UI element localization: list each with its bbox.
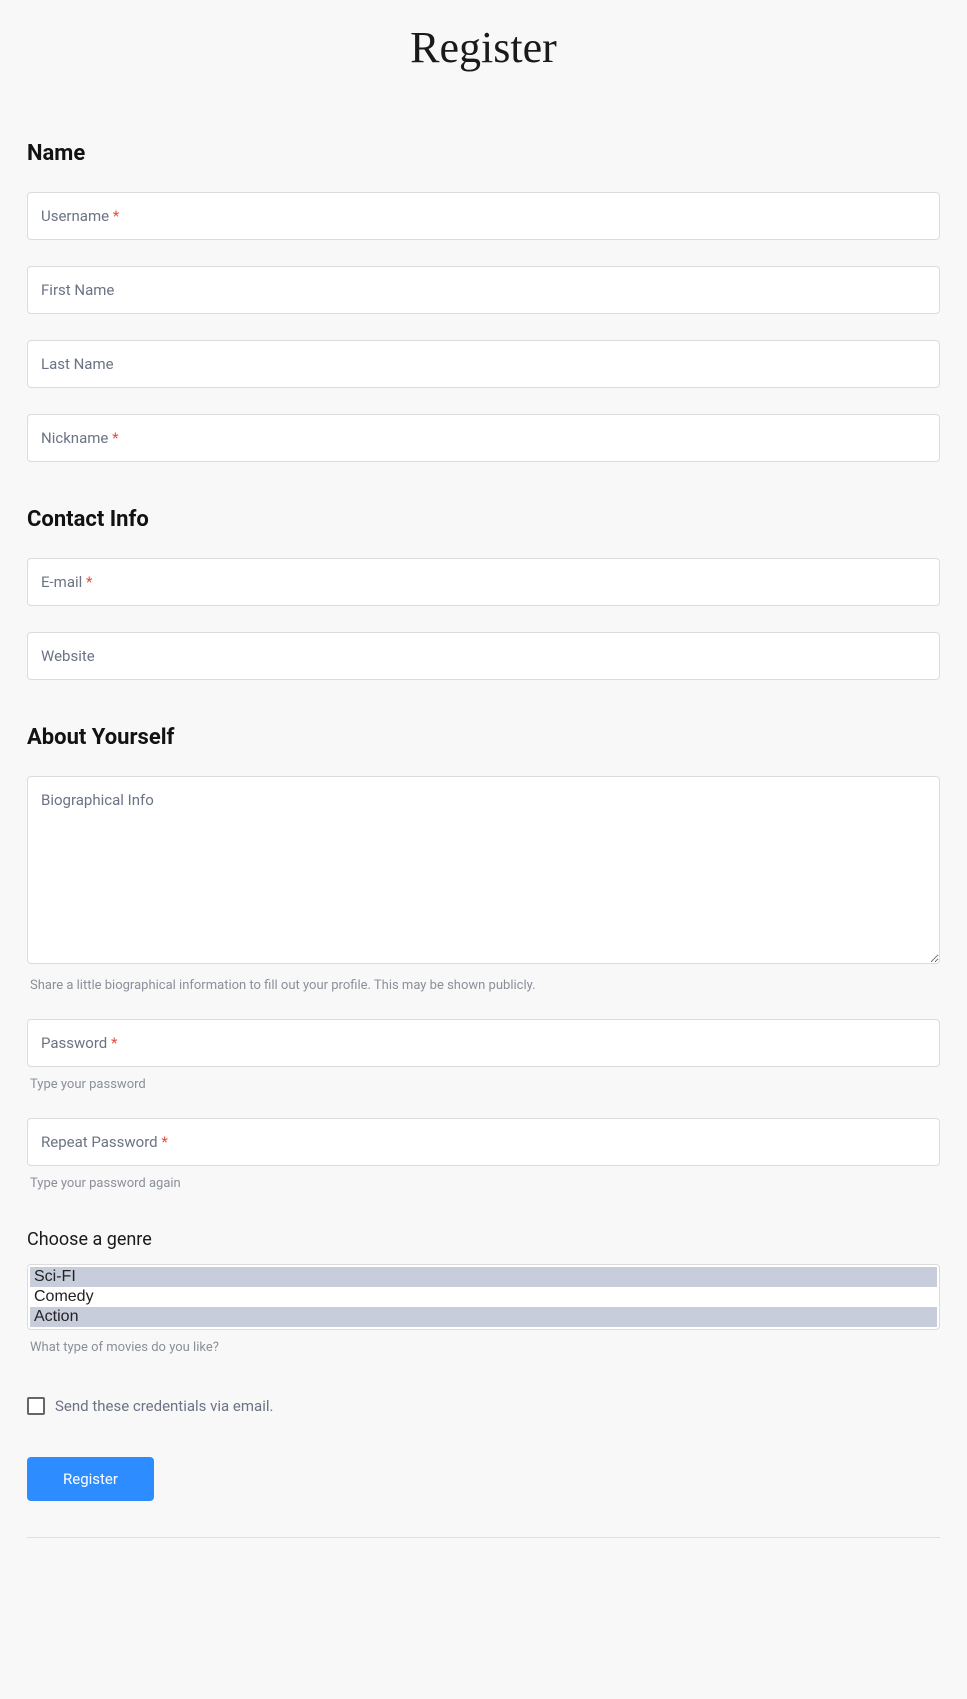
send-credentials-label: Send these credentials via email. (55, 1397, 273, 1415)
nickname-input[interactable] (27, 414, 940, 462)
repeat-password-input[interactable] (27, 1118, 940, 1166)
website-input[interactable] (27, 632, 940, 680)
register-button[interactable]: Register (27, 1457, 154, 1501)
genre-select[interactable]: Sci-FIComedyAction (27, 1264, 940, 1330)
bio-textarea[interactable] (27, 776, 940, 964)
send-credentials-checkbox[interactable] (27, 1397, 45, 1415)
page-title: Register (0, 0, 967, 83)
genre-option[interactable]: Action (30, 1307, 937, 1327)
repeat-password-help: Type your password again (27, 1176, 940, 1191)
username-input[interactable] (27, 192, 940, 240)
first-name-input[interactable] (27, 266, 940, 314)
section-about: About Yourself (27, 725, 940, 750)
section-contact: Contact Info (27, 507, 940, 532)
genre-label: Choose a genre (27, 1229, 940, 1250)
genre-option[interactable]: Comedy (30, 1287, 937, 1307)
email-input[interactable] (27, 558, 940, 606)
bio-help: Share a little biographical information … (27, 978, 940, 993)
password-help: Type your password (27, 1077, 940, 1092)
genre-help: What type of movies do you like? (27, 1340, 940, 1355)
password-input[interactable] (27, 1019, 940, 1067)
last-name-input[interactable] (27, 340, 940, 388)
genre-option[interactable]: Sci-FI (30, 1267, 937, 1287)
section-name: Name (27, 141, 940, 166)
divider (27, 1537, 940, 1538)
